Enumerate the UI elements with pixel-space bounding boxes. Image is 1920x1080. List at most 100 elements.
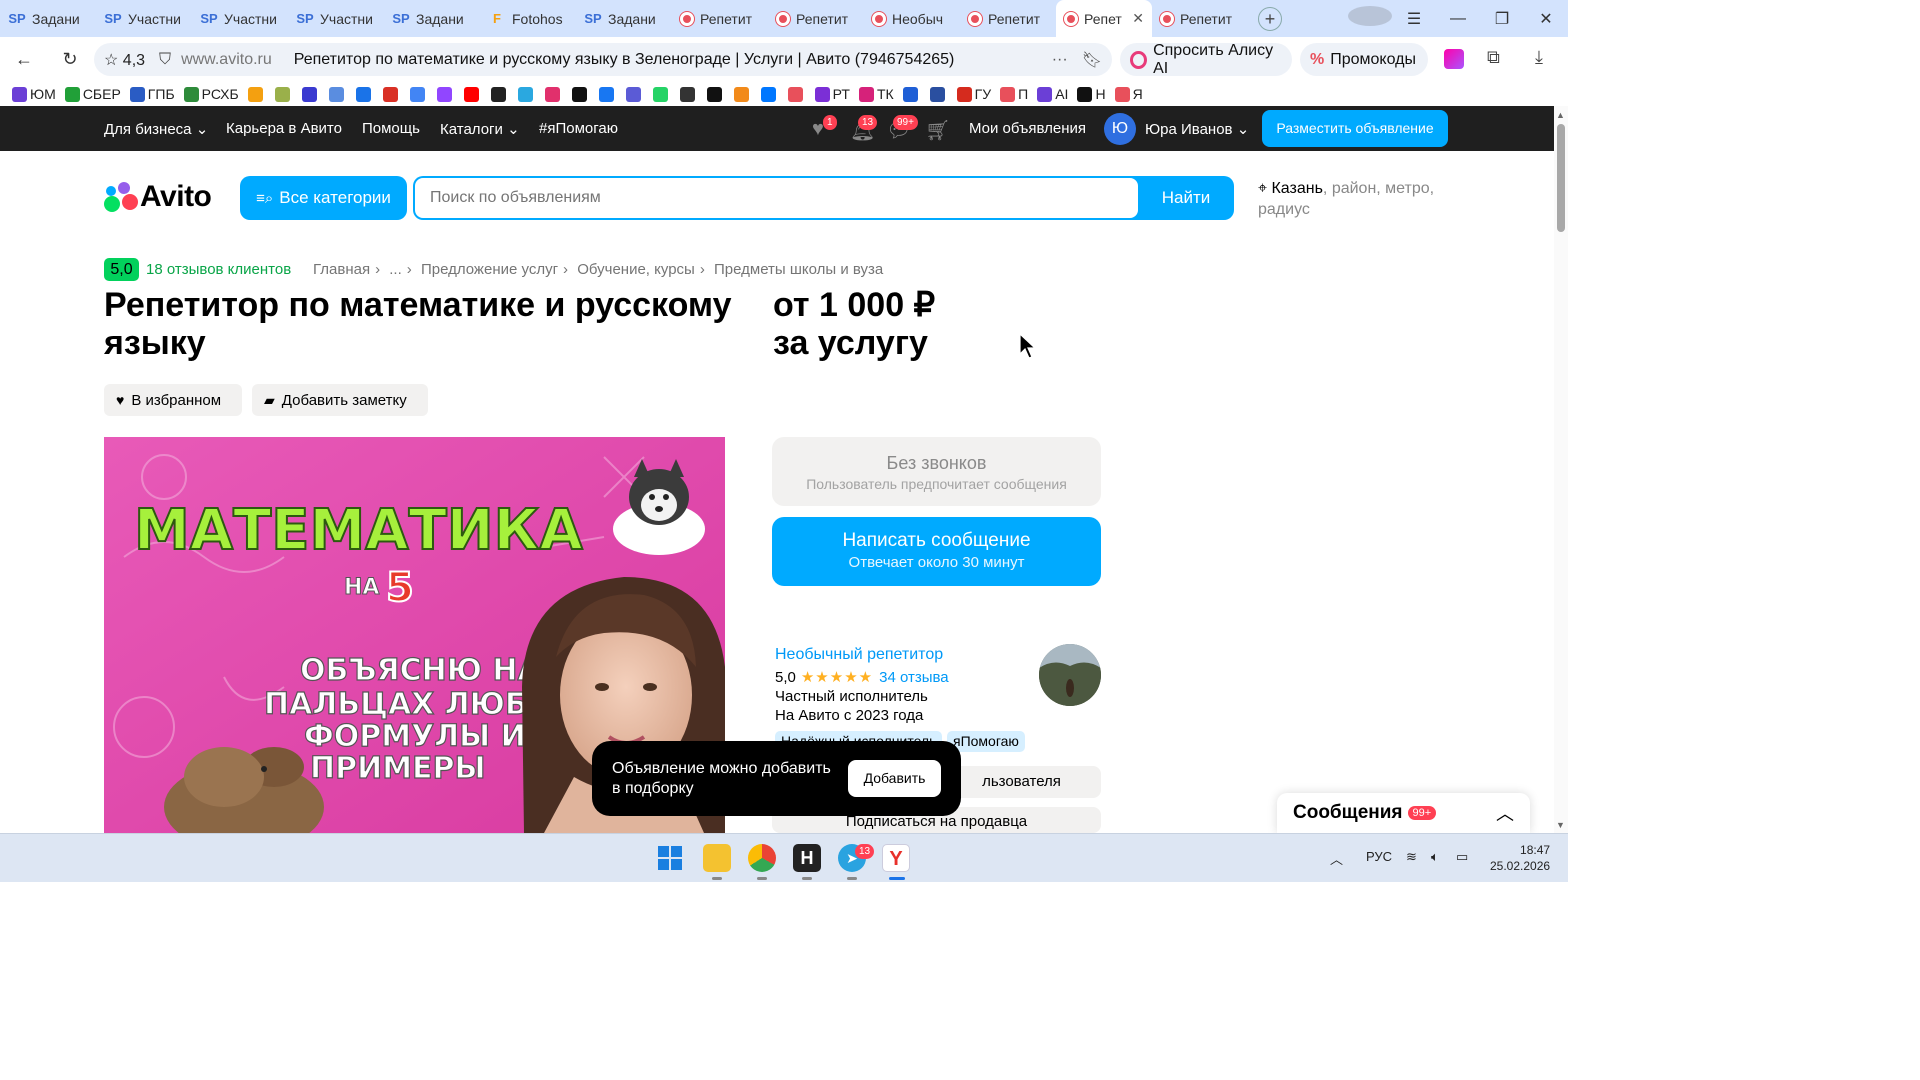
bookmark-item[interactable] [544, 86, 563, 102]
bookmark-item[interactable] [274, 86, 293, 102]
file-explorer-icon[interactable] [703, 844, 731, 872]
bookmark-item[interactable] [382, 86, 401, 102]
volume-icon[interactable]: 🔈︎ [1431, 849, 1439, 865]
breadcrumb-services[interactable]: Предложение услуг [421, 261, 558, 278]
back-arrow-icon[interactable]: ← [4, 49, 44, 70]
toast-add-button[interactable]: Добавить [848, 760, 941, 797]
bookmark-item[interactable]: П [1000, 86, 1028, 102]
bookmark-item[interactable] [733, 86, 752, 102]
ask-alice-button[interactable]: Спросить Алису AI [1120, 42, 1292, 77]
reload-icon[interactable]: ↻ [50, 49, 90, 70]
bookmark-item[interactable] [409, 86, 428, 102]
bookmark-item[interactable] [625, 86, 644, 102]
in-favorites-button[interactable]: ♥ В избранном [104, 384, 242, 416]
chevron-up-icon[interactable]: ︿ [1496, 800, 1514, 826]
seller-avatar[interactable] [1039, 644, 1101, 706]
site-rating[interactable]: ☆ 4,3 [104, 50, 145, 70]
bookmark-item[interactable] [598, 86, 617, 102]
browser-tab[interactable]: SP Задани [576, 0, 672, 37]
browser-tab[interactable]: SP Участни [288, 0, 384, 37]
chrome-icon[interactable] [748, 844, 776, 872]
bookmark-item[interactable]: Я [1114, 86, 1143, 102]
nav-for-business[interactable]: Для бизнеса ⌄ [104, 120, 208, 138]
bookmark-item[interactable]: СБЕР [64, 86, 121, 102]
browser-tab[interactable]: F Fotohos [480, 0, 576, 37]
nav-ya-pomogayu[interactable]: #яПомогаю [539, 120, 618, 137]
wifi-icon[interactable]: ≋ [1406, 849, 1417, 865]
nav-catalogs[interactable]: Каталоги ⌄ [440, 120, 520, 138]
menu-icon[interactable]: ☰ [1392, 9, 1436, 29]
bookmark-item[interactable] [760, 86, 779, 102]
profile-icon[interactable] [1348, 6, 1392, 31]
bookmark-item[interactable] [301, 86, 320, 102]
bookmark-item[interactable]: РСХБ [183, 86, 239, 102]
bookmark-item[interactable]: AI [1037, 86, 1068, 102]
bookmark-item[interactable] [787, 86, 806, 102]
bookmark-item[interactable]: ГУ [956, 86, 991, 102]
user-avatar[interactable]: Ю [1104, 113, 1136, 145]
system-clock[interactable]: 18:47 25.02.2026 [1490, 842, 1550, 874]
minimize-icon[interactable]: — [1436, 10, 1480, 28]
scroll-down-icon[interactable]: ▼ [1556, 820, 1565, 830]
yandex-browser-icon[interactable]: Y [882, 844, 910, 872]
bookmark-item[interactable] [929, 86, 948, 102]
battery-icon[interactable]: ▭ [1456, 849, 1468, 865]
browser-tab[interactable]: Необыч [864, 0, 960, 37]
restore-icon[interactable]: ❐ [1480, 9, 1524, 29]
bookmark-item[interactable]: ГПБ [129, 86, 175, 102]
url-bar[interactable]: ☆ 4,3 ⛉ www.avito.ru Репетитор по матема… [94, 43, 1112, 76]
bookmark-item[interactable] [652, 86, 671, 102]
browser-tab[interactable]: SP Участни [96, 0, 192, 37]
bookmark-item[interactable]: РТ [814, 86, 850, 102]
breadcrumb-ellipsis[interactable]: ... [389, 261, 402, 278]
input-language[interactable]: РУС [1366, 849, 1392, 864]
bookmark-item[interactable] [463, 86, 482, 102]
bookmark-item[interactable] [490, 86, 509, 102]
promo-codes-button[interactable]: % Промокоды [1300, 43, 1428, 76]
messages-widget[interactable]: Сообщения 99+ ︿ [1277, 793, 1530, 833]
seller-name-link[interactable]: Необычный репетитор [775, 646, 943, 664]
bookmark-item[interactable] [355, 86, 374, 102]
download-icon[interactable]: ⤓ [1535, 47, 1543, 68]
scroll-up-icon[interactable]: ▲ [1556, 110, 1565, 120]
bookmark-item[interactable] [517, 86, 536, 102]
gallery-icon[interactable] [1444, 49, 1464, 69]
bookmark-icon[interactable]: 🔖︎ [1082, 50, 1102, 70]
bookmark-item[interactable] [571, 86, 590, 102]
location-selector[interactable]: ⌖ Казань, район, метро, радиус [1258, 178, 1458, 220]
find-button[interactable]: Найти [1138, 176, 1234, 220]
shield-icon[interactable]: ⛉ [159, 51, 171, 69]
nav-help[interactable]: Помощь [362, 120, 420, 137]
post-ad-button[interactable]: Разместить объявление [1262, 110, 1448, 147]
tray-chevron-up-icon[interactable]: ︿ [1330, 849, 1343, 868]
bookmark-item[interactable]: Н [1077, 86, 1106, 102]
breadcrumb-school-subjects[interactable]: Предметы школы и вуза [714, 261, 883, 278]
nav-career[interactable]: Карьера в Авито [226, 120, 342, 137]
windows-start-icon[interactable] [658, 846, 682, 870]
scroll-thumb[interactable] [1557, 124, 1565, 232]
browser-tab[interactable]: Репет ✕ [1056, 0, 1152, 37]
browser-tab[interactable]: Репетит [672, 0, 768, 37]
more-dots-icon[interactable]: ··· [1052, 51, 1068, 69]
h-app-icon[interactable]: H [793, 844, 821, 872]
close-tab-icon[interactable]: ✕ [1132, 10, 1144, 27]
breadcrumb-home[interactable]: Главная [313, 261, 370, 278]
search-input[interactable] [415, 178, 1138, 218]
avito-logo[interactable]: Avito [104, 180, 212, 214]
breadcrumb-education[interactable]: Обучение, курсы [577, 261, 695, 278]
browser-tab[interactable]: Репетит [960, 0, 1056, 37]
browser-tab[interactable]: SP Участни [192, 0, 288, 37]
bookmark-item[interactable] [247, 86, 266, 102]
user-menu[interactable]: Юра Иванов ⌄ [1145, 120, 1249, 138]
bookmark-item[interactable]: ТК [858, 86, 894, 102]
write-message-button[interactable]: Написать сообщение Отвечает около 30 мин… [772, 517, 1101, 586]
bookmark-item[interactable] [328, 86, 347, 102]
bookmark-item[interactable]: ЮМ [12, 86, 56, 102]
browser-tab[interactable]: Репетит [768, 0, 864, 37]
client-reviews-link[interactable]: 18 отзывов клиентов [146, 261, 291, 278]
add-note-button[interactable]: ▰ Добавить заметку [252, 384, 428, 416]
close-window-icon[interactable]: ✕ [1524, 9, 1568, 29]
bookmark-item[interactable] [436, 86, 455, 102]
bookmark-item[interactable] [679, 86, 698, 102]
browser-tab[interactable]: SP Задани [384, 0, 480, 37]
